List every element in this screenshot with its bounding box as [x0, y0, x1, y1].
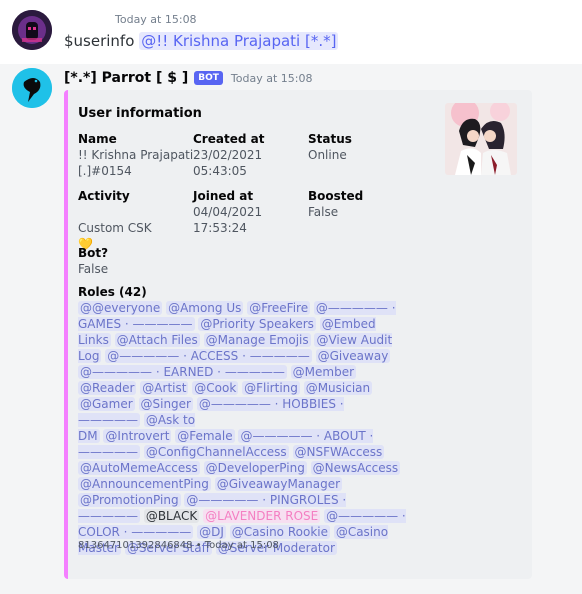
field-name: Name !! Krishna Prajapati [.]#0154: [78, 131, 193, 179]
field-boosted: Boosted False: [308, 188, 363, 220]
field-joined-label: Joined at: [193, 189, 254, 203]
role-mention[interactable]: @Attach Files: [114, 333, 200, 347]
user-info-embed: User information Name !! Krishna Prajapa…: [64, 90, 532, 579]
user-avatar[interactable]: [12, 10, 52, 50]
message-userinfo-command: Today at 15:08 $userinfo @!! Krishna Pra…: [0, 0, 582, 64]
field-status-value: Online: [308, 148, 347, 162]
field-created: Created at 23/02/2021 05:43:05: [193, 131, 264, 179]
role-mention[interactable]: @AnnouncementPing: [78, 477, 211, 491]
message-bot-reply: [*.*] Parrot [ $ ] BOT Today at 15:08 Us…: [0, 64, 582, 594]
role-mention[interactable]: @Introvert: [103, 429, 172, 443]
role-mention[interactable]: @————— · ACCESS · —————: [105, 349, 312, 363]
role-mention[interactable]: @Reader: [78, 381, 137, 395]
field-created-value: 23/02/2021 05:43:05: [193, 148, 263, 178]
role-mention[interactable]: @AutoMemeAccess: [78, 461, 200, 475]
role-mention[interactable]: @Giveaway: [315, 349, 391, 363]
roles-list: @@everyone @Among Us @FreeFire @————— · …: [78, 300, 408, 556]
activity-text: Custom CSK: [78, 221, 152, 235]
role-mention[interactable]: @NewsAccess: [310, 461, 401, 475]
role-mention[interactable]: @DJ: [197, 525, 226, 539]
bot-username[interactable]: [*.*] Parrot [ $ ]: [64, 70, 188, 86]
role-mention[interactable]: @FreeFire: [247, 301, 311, 315]
role-mention[interactable]: @Cook: [192, 381, 239, 395]
field-status-label: Status: [308, 132, 352, 146]
message-timestamp: Today at 15:08: [230, 71, 313, 85]
message-timestamp: Today at 15:08: [115, 13, 197, 26]
field-bot: Bot? False: [78, 245, 108, 277]
user-mention[interactable]: @!! Krishna Prajapati [*.*]: [139, 32, 339, 50]
field-roles: Roles (42): [78, 284, 147, 300]
role-mention[interactable]: @Casino Rookie: [229, 525, 330, 539]
role-mention[interactable]: @BLACK: [143, 509, 200, 523]
bot-avatar[interactable]: [12, 68, 52, 108]
field-joined-value: 04/04/2021 17:53:24: [193, 205, 263, 235]
field-joined: Joined at 04/04/2021 17:53:24: [193, 188, 262, 236]
role-mention[interactable]: @NSFWAccess: [292, 445, 385, 459]
role-mention[interactable]: @Female: [175, 429, 235, 443]
role-mention[interactable]: @Among Us: [166, 301, 244, 315]
role-mention[interactable]: @Manage Emojis: [203, 333, 311, 347]
field-activity-label: Activity: [78, 189, 130, 203]
role-mention[interactable]: @————— · EARNED · —————: [78, 365, 287, 379]
role-mention[interactable]: @Artist: [140, 381, 189, 395]
role-mention[interactable]: @@everyone: [78, 301, 163, 315]
field-boosted-value: False: [308, 205, 339, 219]
field-name-value: !! Krishna Prajapati [.]#0154: [78, 148, 194, 178]
role-mention[interactable]: @GiveawayManager: [214, 477, 343, 491]
field-status: Status Online: [308, 131, 352, 163]
field-roles-label: Roles (42): [78, 285, 147, 299]
field-boosted-label: Boosted: [308, 189, 364, 203]
embed-thumbnail[interactable]: [445, 103, 517, 175]
command-text: $userinfo: [64, 32, 135, 50]
embed-footer: 813647101392846848 • Today at 15:08: [78, 540, 279, 551]
message-header: [*.*] Parrot [ $ ] BOT Today at 15:08: [64, 70, 312, 86]
role-mention[interactable]: @Singer: [138, 397, 193, 411]
role-mention[interactable]: @ConfigChannelAccess: [143, 445, 289, 459]
bot-badge: BOT: [194, 71, 223, 85]
field-bot-value: False: [78, 262, 109, 276]
role-mention[interactable]: @Gamer: [78, 397, 135, 411]
field-name-label: Name: [78, 132, 117, 146]
role-mention[interactable]: @Flirting: [242, 381, 300, 395]
embed-title: User information: [78, 106, 202, 121]
role-mention[interactable]: @PromotionPing: [78, 493, 181, 507]
role-mention[interactable]: @Member: [290, 365, 357, 379]
message-content: $userinfo @!! Krishna Prajapati [*.*]: [64, 32, 339, 50]
role-mention[interactable]: @LAVENDER ROSE: [203, 509, 321, 523]
role-mention[interactable]: @DeveloperPing: [203, 461, 307, 475]
role-mention[interactable]: @Musician: [303, 381, 373, 395]
field-bot-label: Bot?: [78, 246, 109, 260]
field-activity: Activity Custom CSK 💛: [78, 188, 152, 252]
role-mention[interactable]: @Priority Speakers: [198, 317, 316, 331]
field-created-label: Created at: [193, 132, 265, 146]
